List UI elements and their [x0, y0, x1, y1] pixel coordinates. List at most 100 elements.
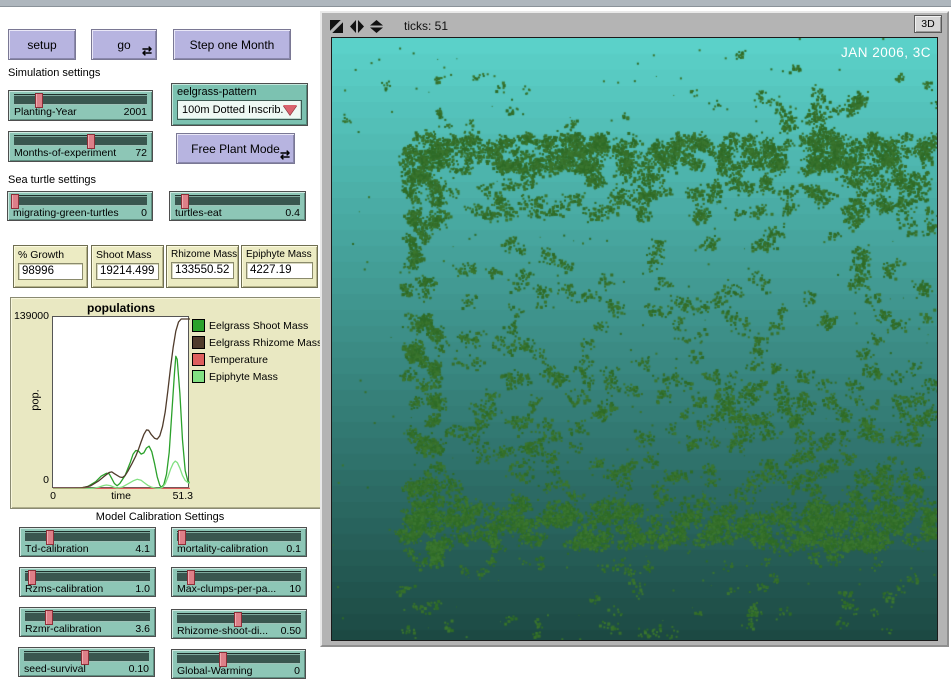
view-update-mode-icon[interactable] [330, 20, 344, 33]
chooser-dropdown[interactable]: 100m Dotted Inscrib... [177, 100, 302, 120]
slider-value: 0.4 [285, 207, 300, 219]
legend-swatch-shoot [192, 319, 205, 332]
plot-lines [53, 317, 190, 489]
slider-handle[interactable] [219, 652, 227, 667]
chooser-value: 100m Dotted Inscrib... [182, 104, 283, 116]
simulation-world-canvas [332, 38, 937, 640]
legend-swatch-rhizome [192, 336, 205, 349]
slider-handle[interactable] [81, 650, 89, 665]
chooser-label: eelgrass-pattern [177, 86, 302, 98]
monitor-value: 19214.499 [96, 263, 159, 280]
y-axis-label: pop. [30, 389, 42, 410]
slider-handle[interactable] [11, 194, 19, 209]
slider-months-of-experiment[interactable]: Months-of-experiment 72 [8, 131, 153, 162]
plot-canvas [52, 316, 189, 488]
slider-track[interactable] [25, 571, 150, 582]
3d-view-button[interactable]: 3D [914, 15, 942, 33]
slider-value: 0 [294, 665, 300, 677]
monitor-label: % Growth [18, 249, 83, 261]
slider-track[interactable] [177, 571, 301, 582]
slider-label: Rzms-calibration [25, 583, 103, 595]
slider-handle[interactable] [28, 570, 36, 585]
slider-label: Td-calibration [25, 543, 89, 555]
slider-value: 1.0 [135, 583, 150, 595]
slider-handle[interactable] [46, 530, 54, 545]
slider-seed-survival[interactable]: seed-survival 0.10 [18, 647, 155, 677]
slider-track[interactable] [24, 651, 149, 662]
slider-global-warming[interactable]: Global-Warming 0 [171, 649, 306, 679]
x-axis-label: time [101, 490, 141, 502]
slider-track[interactable] [14, 135, 147, 146]
slider-turtles-eat[interactable]: turtles-eat 0.4 [169, 191, 306, 221]
step-one-month-label: Step one Month [190, 38, 275, 52]
slider-rhizome-shoot-dist[interactable]: Rhizome-shoot-di... 0.50 [171, 609, 307, 639]
slider-handle[interactable] [35, 93, 43, 108]
world-view: JAN 2006, 3C [331, 37, 938, 641]
horizontal-arrows-icon[interactable] [350, 20, 364, 33]
ticks-counter: ticks: 51 [404, 19, 448, 33]
slider-track[interactable] [25, 531, 150, 542]
monitor-epiphyte-mass: Epiphyte Mass 4227.19 [241, 245, 318, 288]
slider-label: Months-of-experiment [14, 147, 116, 159]
slider-label: Rhizome-shoot-di... [177, 625, 268, 637]
monitor-percent-growth: % Growth 98996 [13, 245, 88, 288]
slider-value: 3.6 [135, 623, 150, 635]
slider-mortality-calibration[interactable]: mortality-calibration 0.1 [171, 527, 307, 557]
slider-rzms-calibration[interactable]: Rzms-calibration 1.0 [19, 567, 156, 597]
x-axis-min-label: 0 [41, 490, 65, 502]
y-axis-min-label: 0 [11, 474, 49, 486]
slider-max-clumps-per-patch[interactable]: Max-clumps-per-pa... 10 [171, 567, 307, 597]
slider-handle[interactable] [178, 530, 186, 545]
monitor-value: 133550.52 [171, 262, 234, 279]
eelgrass-pattern-chooser[interactable]: eelgrass-pattern 100m Dotted Inscrib... [171, 83, 308, 126]
slider-migrating-green-turtles[interactable]: migrating-green-turtles 0 [7, 191, 153, 221]
forever-icon: ⇄ [280, 149, 290, 161]
slider-handle[interactable] [181, 194, 189, 209]
slider-label: migrating-green-turtles [13, 207, 119, 219]
populations-plot: populations 139000 pop. 0 0 time 51.3 Ee… [10, 297, 325, 509]
free-plant-mode-button[interactable]: Free Plant Mode ⇄ [176, 133, 295, 164]
slider-planting-year[interactable]: Planting-Year 2001 [8, 90, 153, 121]
world-view-header: ticks: 51 [330, 16, 941, 36]
slider-td-calibration[interactable]: Td-calibration 4.1 [19, 527, 156, 557]
slider-value: 72 [135, 147, 147, 159]
slider-track[interactable] [14, 94, 147, 105]
monitor-rhizome-mass: Rhizome Mass 133550.52 [166, 245, 239, 288]
legend-swatch-epiphyte [192, 370, 205, 383]
legend-item: Epiphyte Mass [192, 368, 322, 385]
slider-value: 4.1 [135, 543, 150, 555]
slider-handle[interactable] [45, 610, 53, 625]
legend-label: Eelgrass Rhizome Mass [209, 337, 322, 349]
slider-track[interactable] [175, 195, 300, 206]
legend-label: Temperature [209, 354, 268, 366]
step-one-month-button[interactable]: Step one Month [173, 29, 291, 60]
legend-label: Epiphyte Mass [209, 371, 278, 383]
slider-handle[interactable] [234, 612, 242, 627]
monitor-value: 4227.19 [246, 262, 313, 279]
model-calibration-label: Model Calibration Settings [10, 511, 310, 523]
3d-button-label: 3D [921, 18, 934, 30]
slider-value: 2001 [124, 106, 147, 118]
y-axis-max-label: 139000 [11, 310, 49, 322]
go-button[interactable]: go ⇄ [91, 29, 157, 60]
slider-label: Rzmr-calibration [25, 623, 101, 635]
slider-track[interactable] [25, 611, 150, 622]
slider-label: seed-survival [24, 663, 86, 675]
setup-button[interactable]: setup [8, 29, 76, 60]
plot-legend: Eelgrass Shoot Mass Eelgrass Rhizome Mas… [192, 317, 322, 385]
slider-track[interactable] [177, 653, 300, 664]
slider-track[interactable] [13, 195, 147, 206]
plot-title: populations [51, 301, 191, 315]
legend-label: Eelgrass Shoot Mass [209, 320, 308, 332]
chevron-down-icon [283, 105, 297, 115]
slider-value: 0.1 [286, 543, 301, 555]
vertical-arrows-icon[interactable] [370, 20, 384, 33]
legend-item: Temperature [192, 351, 322, 368]
slider-handle[interactable] [87, 134, 95, 149]
monitor-shoot-mass: Shoot Mass 19214.499 [91, 245, 164, 288]
slider-label: Global-Warming [177, 665, 252, 677]
slider-track[interactable] [177, 531, 301, 542]
slider-handle[interactable] [187, 570, 195, 585]
slider-rzmr-calibration[interactable]: Rzmr-calibration 3.6 [19, 607, 156, 637]
slider-track[interactable] [177, 613, 301, 624]
